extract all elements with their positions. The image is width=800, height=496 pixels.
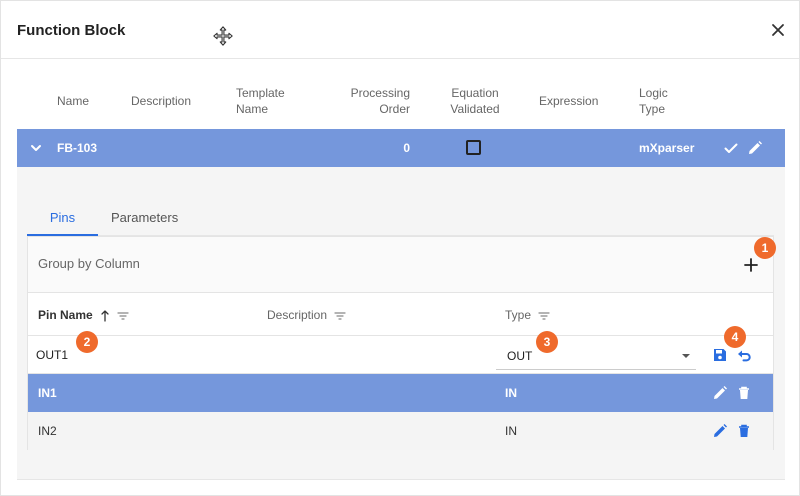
fb-processing-order: 0 (403, 141, 410, 155)
equation-validated-checkbox[interactable] (466, 140, 481, 155)
col-pin-name-label: Pin Name (38, 308, 93, 322)
tab-parameters[interactable]: Parameters (111, 200, 178, 236)
tab-pins[interactable]: Pins (27, 200, 98, 236)
callout-badge-1: 1 (754, 237, 776, 259)
col-template-name-line2: Name (236, 102, 269, 116)
undo-icon[interactable] (736, 347, 752, 363)
col-expression[interactable]: Expression (539, 93, 598, 109)
col-processing-order-line2: Order (379, 102, 410, 116)
pins-grid: Group by Column Pin Name Description Typ… (27, 236, 774, 450)
col-pin-description-label: Description (267, 308, 328, 322)
close-icon[interactable] (770, 22, 786, 38)
fb-logic-type: mXparser (639, 141, 695, 155)
pins-column-header: Pin Name Description Type (28, 294, 773, 336)
pin-type-value: OUT (507, 349, 533, 363)
col-logic-type[interactable]: Logic Type (639, 85, 668, 117)
filter-icon[interactable] (334, 311, 346, 321)
divider (17, 479, 785, 480)
col-equation-validated[interactable]: Equation Validated (447, 85, 503, 117)
trash-icon[interactable] (736, 423, 752, 439)
function-block-dialog: Function Block Name Description Template… (0, 0, 800, 496)
move-icon[interactable] (212, 25, 234, 47)
grid-header: Name Description Template Name Processin… (17, 81, 785, 129)
trash-icon[interactable] (736, 385, 752, 401)
function-block-row[interactable]: FB-103 0 mXparser (17, 129, 785, 167)
col-logic-type-line2: Type (639, 102, 666, 116)
col-pin-description[interactable]: Description (267, 308, 346, 322)
filter-icon[interactable] (117, 311, 129, 321)
dialog-header[interactable]: Function Block (1, 1, 799, 59)
col-template-name[interactable]: Template Name (236, 85, 285, 117)
col-pin-name[interactable]: Pin Name (38, 308, 129, 322)
group-by-label: Group by Column (38, 256, 140, 271)
col-pin-type-label: Type (505, 308, 532, 322)
col-equation-validated-line1: Equation (451, 86, 499, 100)
dropdown-caret-icon (682, 354, 690, 358)
col-pin-type[interactable]: Type (505, 308, 550, 322)
pin-name-input[interactable] (36, 344, 236, 366)
function-block-detail: Pins Parameters Group by Column Pin Name (17, 167, 785, 479)
pin-row[interactable]: IN2 IN (28, 412, 773, 450)
pin-type: IN (505, 424, 517, 438)
callout-badge-3: 3 (536, 331, 558, 353)
col-description[interactable]: Description (131, 93, 191, 109)
col-template-name-line1: Template (236, 86, 285, 100)
detail-tabs: Pins Parameters (27, 200, 774, 236)
sort-ascending-icon[interactable] (100, 309, 110, 322)
col-logic-type-line1: Logic (639, 86, 668, 100)
col-name[interactable]: Name (57, 93, 89, 109)
pencil-icon[interactable] (712, 385, 728, 401)
pin-type-select[interactable]: OUT (496, 342, 696, 370)
pin-name: IN1 (38, 386, 57, 400)
save-icon[interactable] (712, 347, 728, 363)
pencil-icon[interactable] (712, 423, 728, 439)
callout-badge-4: 4 (724, 326, 746, 348)
pin-type: IN (505, 386, 517, 400)
pin-name: IN2 (38, 424, 57, 438)
col-processing-order-line1: Processing (350, 86, 410, 100)
check-icon[interactable] (723, 140, 739, 156)
pencil-icon[interactable] (747, 140, 763, 156)
col-processing-order[interactable]: Processing Order (335, 85, 410, 117)
fb-name: FB-103 (57, 141, 98, 155)
chevron-down-icon[interactable] (29, 141, 43, 155)
dialog-title: Function Block (17, 22, 126, 39)
callout-badge-2: 2 (76, 331, 98, 353)
pin-edit-row: OUT (28, 336, 773, 374)
col-equation-validated-line2: Validated (450, 102, 500, 116)
add-pin-icon[interactable] (743, 257, 759, 273)
pin-row[interactable]: IN1 IN (28, 374, 773, 412)
group-by-bar[interactable]: Group by Column (28, 237, 773, 293)
filter-icon[interactable] (538, 311, 550, 321)
